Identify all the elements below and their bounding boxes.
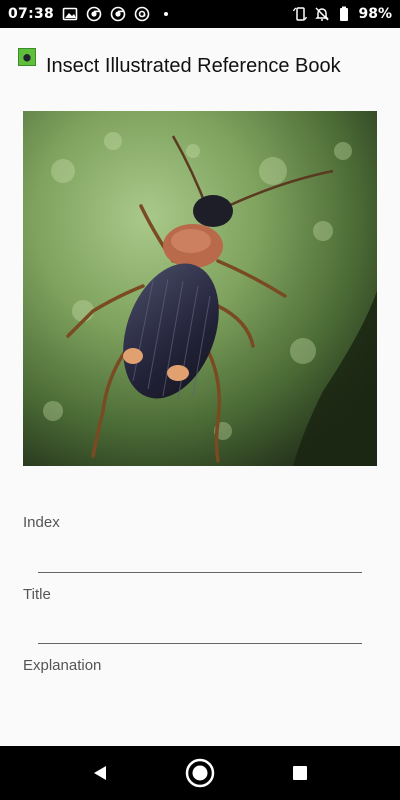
app-header (18, 48, 36, 66)
at-sign-icon (134, 6, 150, 22)
rotate-icon (292, 6, 308, 22)
back-icon (94, 766, 106, 780)
app-title: Insect Illustrated Reference Book (46, 55, 341, 77)
insect-image (23, 111, 377, 466)
chrome-icon (110, 6, 126, 22)
status-bar: 07:38 98% (0, 0, 400, 28)
bell-off-icon (314, 6, 330, 22)
status-time: 07:38 (8, 6, 55, 22)
recents-button[interactable] (285, 758, 315, 788)
back-button[interactable] (85, 758, 115, 788)
index-label: Index (23, 514, 60, 531)
app-logo-icon (18, 48, 36, 66)
screen: 07:38 98% Insect Illustrated Reference B… (0, 0, 400, 800)
dot-icon (158, 6, 174, 22)
battery-icon (336, 6, 352, 22)
navigation-bar (0, 746, 400, 800)
home-icon (185, 758, 215, 788)
gallery-icon (62, 6, 78, 22)
title-input[interactable] (38, 643, 362, 644)
battery-percent: 98% (358, 6, 392, 22)
index-input[interactable] (38, 572, 362, 573)
recents-icon (293, 766, 307, 780)
home-button[interactable] (185, 758, 215, 788)
chrome-icon (86, 6, 102, 22)
explanation-label: Explanation (23, 657, 102, 674)
title-label: Title (23, 586, 51, 603)
